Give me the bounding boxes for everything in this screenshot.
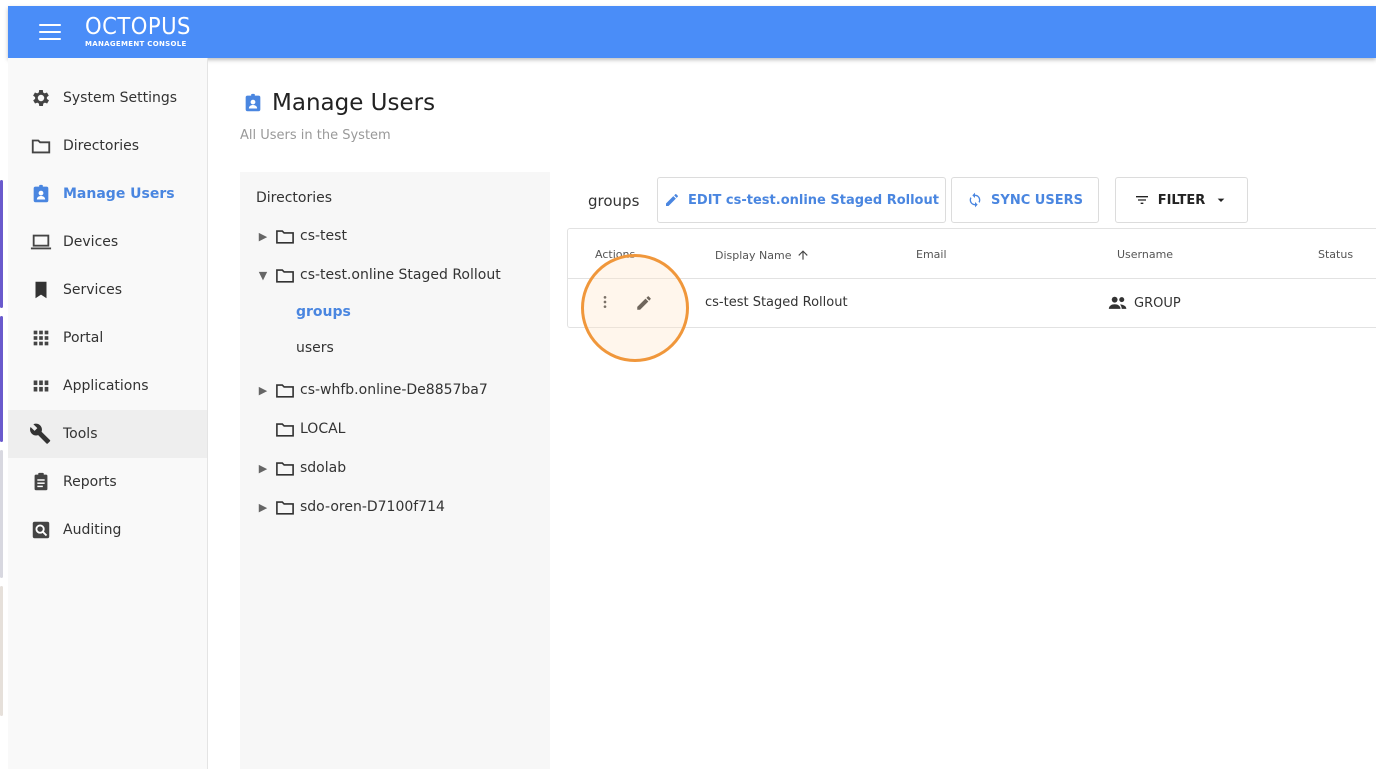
expand-arrow-icon[interactable]: ▶ [256,384,270,397]
expand-arrow-icon[interactable]: ▶ [256,462,270,475]
folder-icon [30,135,52,157]
app-brand: OCTOPUS [85,14,191,40]
column-header-email[interactable]: Email [916,248,947,261]
sidebar-item-auditing[interactable]: Auditing [8,506,207,554]
tree-node-cs-test[interactable]: ▶ cs-test [256,225,347,247]
sync-users-button[interactable]: SYNC USERS [951,177,1099,223]
sidebar-item-label: Services [63,282,123,298]
sidebar-item-services[interactable]: Services [8,266,207,314]
collapse-arrow-icon[interactable]: ▼ [256,269,270,282]
tree-node-local[interactable]: ▶ LOCAL [256,418,345,440]
apps-icon [30,375,52,397]
tree-node-label: sdo-oren-D7100f714 [300,499,445,515]
sidebar-item-label: Directories [63,138,140,154]
tree-leaf-groups[interactable]: groups [296,304,351,320]
sync-icon [969,192,981,208]
folder-icon [276,500,294,515]
table-header: Actions Display Name Email Username Stat… [568,229,1376,279]
column-header-display-name[interactable]: Display Name [715,248,810,262]
tree-node-label: cs-test.online Staged Rollout [300,267,501,283]
wrench-icon [30,423,52,445]
main-content: Manage Users All Users in the System Dir… [208,58,1376,769]
users-table: Actions Display Name Email Username Stat… [567,228,1376,328]
tree-node-cs-test-online-staged-rollout[interactable]: ▼ cs-test.online Staged Rollout [256,264,501,286]
clipboard-icon [30,471,52,493]
sidebar-item-applications[interactable]: Applications [8,362,207,410]
sidebar-item-label: Reports [63,474,117,490]
menu-icon[interactable] [39,24,61,40]
edit-directory-button[interactable]: EDIT cs-test.online Staged Rollout [657,177,946,223]
sidebar-item-label: System Settings [63,90,178,106]
edge-accent [0,180,3,308]
edge-accent [0,316,3,442]
group-icon [1108,296,1127,309]
sidebar-item-label: Devices [63,234,119,250]
folder-icon [276,461,294,476]
edge-accent [0,450,3,578]
directory-panel-title: Directories [256,190,333,206]
grid-icon [30,327,52,349]
expand-arrow-icon[interactable]: ▶ [256,230,270,243]
tree-node-cs-whfb-online[interactable]: ▶ cs-whfb.online-De8857ba7 [256,379,488,401]
filter-button-label: FILTER [1157,192,1206,208]
sync-button-label: SYNC USERS [991,192,1083,208]
table-row[interactable]: cs-test Staged Rollout GROUP [568,279,1376,327]
column-header-status[interactable]: Status [1318,248,1353,261]
top-app-bar: OCTOPUS MANAGEMENT CONSOLE [8,6,1376,58]
cell-display-name: cs-test Staged Rollout [705,295,848,310]
filter-dropdown-button[interactable]: FILTER [1115,177,1248,223]
column-header-label: Display Name [715,248,792,262]
sidebar-item-devices[interactable]: Devices [8,218,207,266]
tree-node-label: sdolab [300,460,347,476]
sidebar-item-label: Portal [63,330,104,346]
app-brand-subtitle: MANAGEMENT CONSOLE [85,40,187,48]
page-title-text: Manage Users [272,90,436,116]
tree-node-sdolab[interactable]: ▶ sdolab [256,457,346,479]
page-subtitle: All Users in the System [240,128,391,143]
page-title: Manage Users [242,90,435,116]
sort-ascending-icon[interactable] [796,248,810,262]
bookmark-icon [30,279,52,301]
sidebar-item-system-settings[interactable]: System Settings [8,74,207,122]
sidebar-item-manage-users[interactable]: Manage Users [8,170,207,218]
tree-leaf-users[interactable]: users [296,340,334,356]
sidebar-item-label: Auditing [63,522,122,538]
sidebar-item-label: Manage Users [63,186,175,202]
sidebar-item-label: Applications [63,378,149,394]
tree-node-label: cs-test [300,228,347,244]
folder-icon [276,422,294,437]
sidebar-item-label: Tools [63,426,98,442]
sidebar-item-portal[interactable]: Portal [8,314,207,362]
laptop-icon [30,231,52,253]
sidebar-item-directories[interactable]: Directories [8,122,207,170]
column-header-actions: Actions [595,248,636,261]
folder-icon [276,268,294,283]
folder-icon [276,383,294,398]
pencil-icon [666,194,679,206]
folder-icon [276,229,294,244]
gear-icon [30,87,52,109]
sidebar-item-reports[interactable]: Reports [8,458,207,506]
sidebar-item-tools[interactable]: Tools [8,410,207,458]
cell-username-text: GROUP [1134,295,1181,311]
app-logo: OCTOPUS MANAGEMENT CONSOLE [85,16,200,48]
more-vertical-icon[interactable] [597,294,613,310]
caret-down-icon [1217,198,1225,202]
edit-button-label: EDIT cs-test.online Staged Rollout [688,192,939,208]
tree-node-label: cs-whfb.online-De8857ba7 [300,382,488,398]
sidebar: System Settings Directories Manage Users… [8,58,208,769]
user-badge-icon [245,93,261,112]
column-header-username[interactable]: Username [1117,248,1173,261]
directory-tree-panel: Directories ▶ cs-test ▼ cs-test.online S… [240,172,550,769]
filter-icon [1135,196,1148,204]
search-box-icon [30,519,52,541]
user-badge-icon [30,183,52,205]
tree-node-label: LOCAL [300,421,346,437]
edge-accent [0,586,3,716]
expand-arrow-icon[interactable]: ▶ [256,501,270,514]
current-view-label: groups [588,192,640,210]
edit-pencil-icon[interactable] [635,294,653,312]
tree-node-sdo-oren[interactable]: ▶ sdo-oren-D7100f714 [256,496,445,518]
cell-username: GROUP [1108,295,1181,311]
